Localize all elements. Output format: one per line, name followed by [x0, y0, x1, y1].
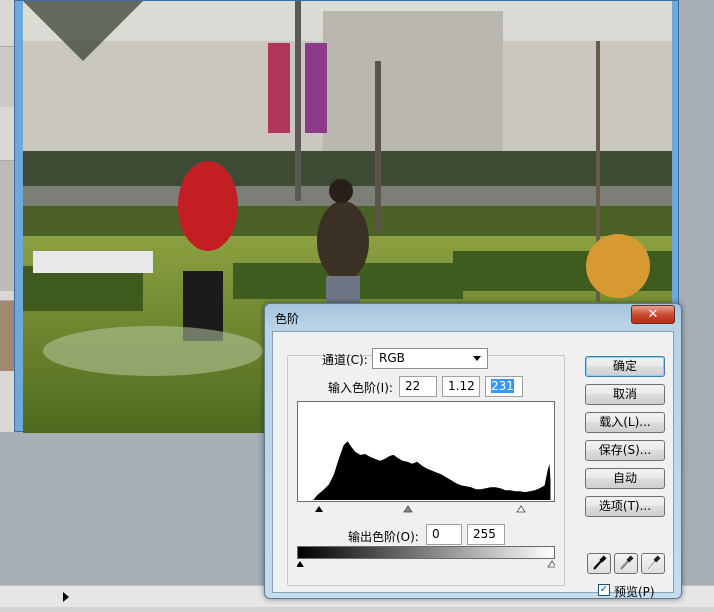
close-button[interactable]: ✕: [631, 305, 675, 324]
input-white-field[interactable]: 231: [485, 376, 523, 397]
output-white-handle[interactable]: [547, 560, 555, 568]
input-gamma-handle[interactable]: [403, 505, 413, 513]
sunlit-patch: [43, 326, 263, 376]
load-button[interactable]: 载入(L)...: [585, 412, 665, 433]
output-black-field[interactable]: 0: [426, 524, 462, 545]
check-icon: ✓: [599, 584, 609, 595]
orange-bush: [586, 234, 650, 298]
input-slider[interactable]: [297, 503, 555, 513]
input-black-handle[interactable]: [315, 506, 323, 512]
output-levels-label: 输出色阶(O):: [348, 530, 419, 544]
preview-checkbox[interactable]: ✓: [598, 584, 610, 596]
building: [323, 11, 503, 161]
output-white-field[interactable]: 255: [467, 524, 505, 545]
child-dark-coat: [317, 201, 369, 281]
panel-segment: [0, 300, 14, 371]
banner: [305, 43, 327, 133]
taskbar-edge: [0, 607, 714, 612]
output-black-handle[interactable]: [297, 561, 304, 567]
channel-select[interactable]: RGB: [372, 348, 488, 369]
options-button[interactable]: 选项(T)...: [585, 496, 665, 517]
close-icon: ✕: [647, 307, 659, 322]
child-jeans: [326, 276, 360, 306]
output-slider[interactable]: [297, 559, 555, 569]
cancel-button[interactable]: 取消: [585, 384, 665, 405]
channel-value: RGB: [379, 351, 405, 365]
panel-segment: [0, 160, 14, 291]
input-levels-label: 输入色阶(I):: [328, 381, 393, 395]
dialog-title: 色阶: [275, 312, 300, 326]
white-fence: [33, 251, 153, 273]
child-red-coat: [178, 161, 238, 251]
arrow-right-icon[interactable]: [63, 592, 69, 602]
white-eyedropper-button[interactable]: [641, 553, 665, 574]
child-head: [329, 179, 353, 203]
gray-eyedropper-button[interactable]: [614, 553, 638, 574]
input-white-handle[interactable]: [516, 505, 526, 513]
channel-label: 通道(C):: [322, 353, 368, 367]
eyedropper-black-icon: [593, 555, 607, 570]
dialog-body: 通道(C): RGB 输入色阶(I): 22 1.12 231 输出色阶(O):…: [272, 331, 674, 599]
panel-segment: [0, 46, 14, 107]
eyedropper-gray-icon: [620, 555, 634, 570]
input-gamma-field[interactable]: 1.12: [442, 376, 480, 397]
save-button[interactable]: 保存(S)...: [585, 440, 665, 461]
output-gradient-bar: [297, 546, 555, 559]
lamp-pole: [295, 1, 301, 201]
histogram: [297, 401, 555, 502]
input-white-value: 231: [491, 379, 514, 393]
preview-label[interactable]: 预览(P): [614, 583, 655, 600]
histogram-shape: [299, 441, 551, 501]
auto-button[interactable]: 自动: [585, 468, 665, 489]
left-panel-strip: [0, 0, 15, 432]
banner: [268, 43, 290, 133]
chevron-down-icon: [473, 356, 481, 361]
input-black-field[interactable]: 22: [399, 376, 437, 397]
levels-dialog: 色阶 ✕ 通道(C): RGB 输入色阶(I): 22 1.12 231 输出色…: [264, 303, 682, 599]
black-eyedropper-button[interactable]: [587, 553, 611, 574]
ok-button[interactable]: 确定: [585, 356, 665, 377]
eyedropper-white-icon: [647, 555, 661, 570]
